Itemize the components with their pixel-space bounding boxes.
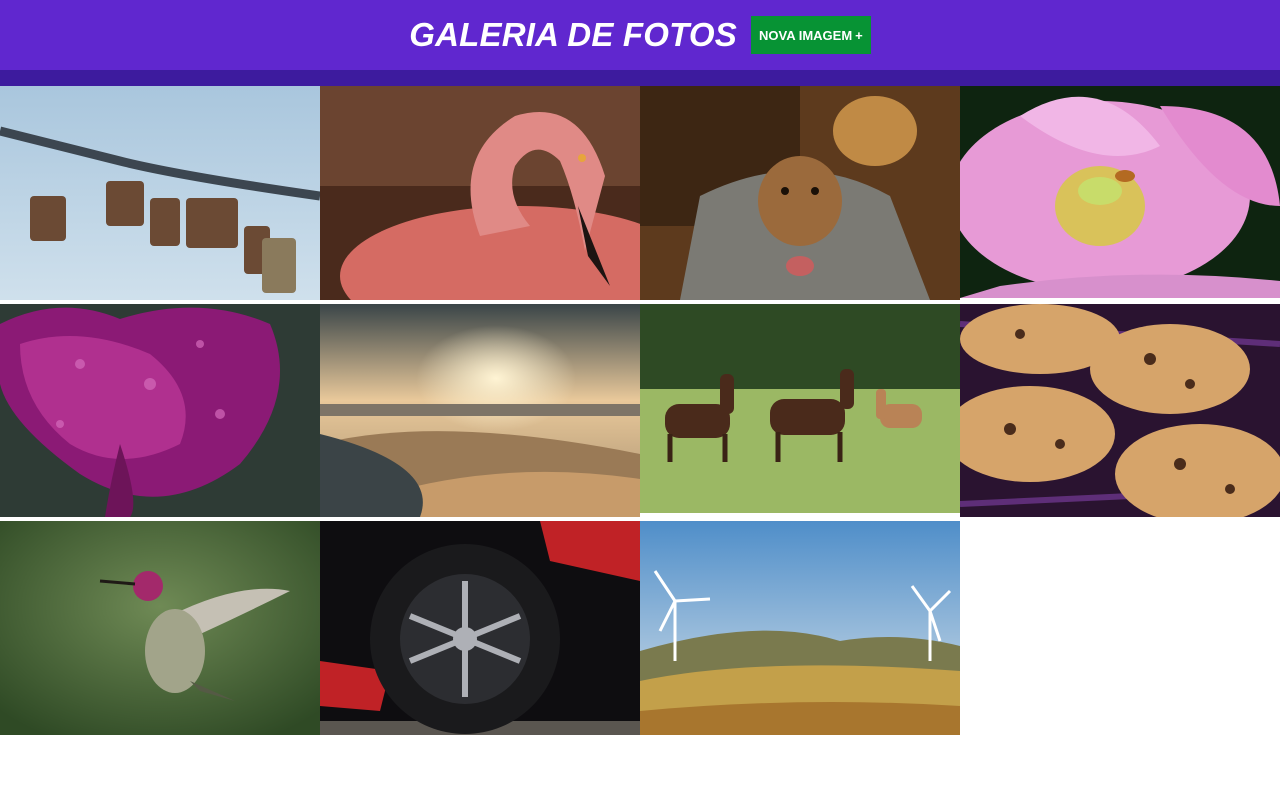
plus-icon: + <box>855 27 863 43</box>
page-title: GALERIA DE FOTOS <box>409 16 737 53</box>
new-image-button[interactable]: NOVA IMAGEM + <box>750 16 871 54</box>
gallery-image-padlocks[interactable] <box>0 86 320 300</box>
gallery-image-puppies[interactable] <box>640 86 960 300</box>
gallery-image-desert[interactable] <box>320 304 640 517</box>
new-image-button-label: NOVA IMAGEM <box>758 27 853 43</box>
gallery-image-horses[interactable] <box>640 304 960 513</box>
gallery-image-wind-turbines[interactable] <box>640 521 960 735</box>
gallery-image-rose[interactable] <box>0 304 320 517</box>
gallery-image-cookies[interactable] <box>960 304 1280 517</box>
gallery-image-hummingbird[interactable] <box>0 521 320 735</box>
gallery-image-flamingo[interactable] <box>320 86 640 300</box>
header-content: GALERIA DE FOTOS NOVA IMAGEM + <box>0 0 1280 70</box>
gallery-image-lotus[interactable] <box>960 86 1280 298</box>
gallery-image-car-wheel[interactable] <box>320 521 640 735</box>
header-band <box>0 70 1280 86</box>
